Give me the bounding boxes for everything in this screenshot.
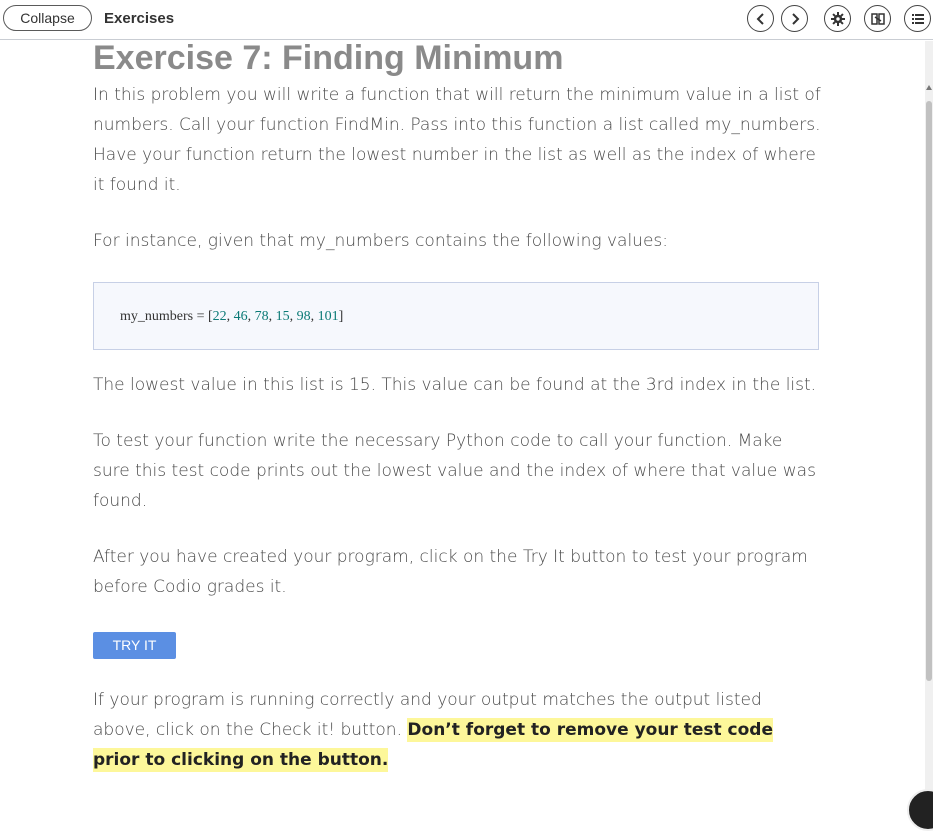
instructions-paragraph-6: If your program is running correctly and… bbox=[93, 685, 823, 775]
code-value: 78 bbox=[255, 309, 269, 324]
code-value: 46 bbox=[234, 309, 248, 324]
previous-button[interactable] bbox=[747, 5, 774, 32]
instructions-paragraph-2: For instance, given that my_numbers cont… bbox=[93, 226, 823, 256]
code-value: 98 bbox=[297, 309, 311, 324]
book-icon bbox=[871, 13, 885, 25]
list-icon bbox=[912, 14, 924, 24]
code-suffix: ] bbox=[339, 309, 344, 324]
scroll-up-arrow-icon[interactable] bbox=[926, 85, 932, 90]
scrollbar[interactable] bbox=[925, 41, 933, 827]
chevron-left-icon bbox=[755, 13, 767, 25]
chevron-right-icon bbox=[789, 13, 801, 25]
book-button[interactable] bbox=[864, 5, 891, 32]
code-value: 15 bbox=[276, 309, 290, 324]
settings-button[interactable] bbox=[824, 5, 851, 32]
instructions-paragraph-1: In this problem you will write a functio… bbox=[93, 80, 823, 200]
exercise-content: Exercise 7: Finding Minimum In this prob… bbox=[93, 38, 823, 775]
page-title: Exercise 7: Finding Minimum bbox=[93, 38, 823, 78]
code-block: my_numbers = [22, 46, 78, 15, 98, 101] bbox=[93, 282, 819, 350]
menu-button[interactable] bbox=[904, 5, 931, 32]
code-prefix: my_numbers = [ bbox=[120, 309, 213, 324]
gear-icon bbox=[831, 12, 845, 26]
instructions-paragraph-4: To test your function write the necessar… bbox=[93, 426, 823, 516]
code-value: 101 bbox=[318, 309, 339, 324]
panel-title: Exercises bbox=[104, 10, 174, 27]
top-toolbar: Collapse Exercises bbox=[0, 0, 933, 40]
try-it-button[interactable]: TRY IT bbox=[93, 632, 176, 659]
instructions-paragraph-3: The lowest value in this list is 15. Thi… bbox=[93, 370, 823, 400]
collapse-button[interactable]: Collapse bbox=[3, 5, 92, 31]
next-button[interactable] bbox=[781, 5, 808, 32]
help-bubble-button[interactable] bbox=[907, 789, 933, 831]
code-value: 22 bbox=[213, 309, 227, 324]
instructions-paragraph-5: After you have created your program, cli… bbox=[93, 542, 823, 602]
scrollbar-thumb[interactable] bbox=[926, 101, 932, 681]
